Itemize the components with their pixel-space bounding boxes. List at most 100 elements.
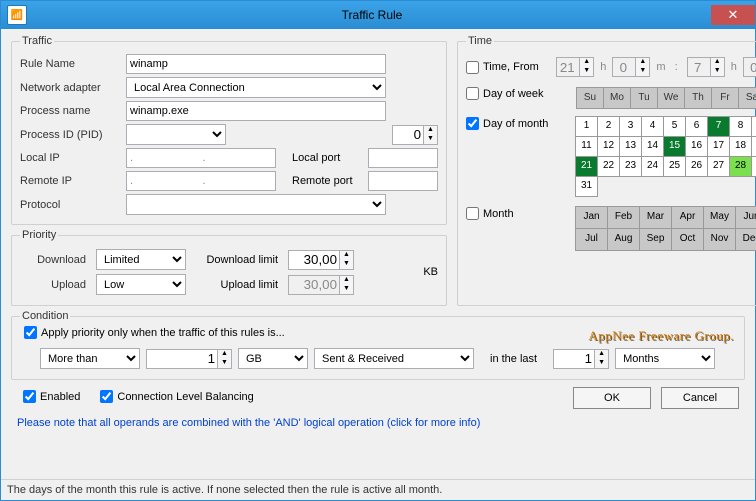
adapter-select[interactable]: Local Area Connection bbox=[126, 77, 386, 98]
dom-cell[interactable]: 9 bbox=[751, 116, 756, 137]
dom-cell[interactable]: 6 bbox=[685, 116, 708, 137]
dllimit-spinner[interactable]: ▲▼ bbox=[288, 250, 354, 270]
dir-select[interactable]: Sent & Received bbox=[314, 348, 474, 369]
remoteip-label: Remote IP bbox=[20, 175, 120, 187]
dom-cell[interactable]: 24 bbox=[641, 156, 664, 177]
dow-grid: SuMoTuWeThFrSa bbox=[576, 87, 756, 109]
month-cell[interactable]: Nov bbox=[703, 228, 736, 251]
pid-label: Process ID (PID) bbox=[20, 129, 120, 141]
month-cell[interactable]: Jan bbox=[575, 206, 608, 229]
protocol-select[interactable] bbox=[126, 194, 386, 215]
dom-cell[interactable]: 15 bbox=[663, 136, 686, 157]
dom-cell[interactable]: 23 bbox=[619, 156, 642, 177]
month-cell[interactable]: May bbox=[703, 206, 736, 229]
condition-group: Condition AppNee Freeware Group. Apply p… bbox=[11, 310, 745, 380]
protocol-label: Protocol bbox=[20, 199, 120, 211]
rule-name-input[interactable] bbox=[126, 54, 386, 74]
m1-spinner[interactable]: ▲▼ bbox=[612, 57, 650, 77]
h2-spinner[interactable]: ▲▼ bbox=[687, 57, 725, 77]
note-link[interactable]: Please note that all operands are combin… bbox=[17, 417, 745, 429]
dom-cell[interactable]: 5 bbox=[663, 116, 686, 137]
dom-grid: 1234567891011121314151617181920212223242… bbox=[576, 117, 756, 197]
dom-cell[interactable]: 28 bbox=[729, 156, 752, 177]
traffic-legend: Traffic bbox=[20, 35, 54, 47]
dom-cell[interactable]: 3 bbox=[619, 116, 642, 137]
ul-label: Upload bbox=[20, 279, 90, 291]
unit-select[interactable]: GB bbox=[238, 348, 308, 369]
remoteport-input[interactable] bbox=[368, 171, 438, 191]
cmp-select[interactable]: More than bbox=[40, 348, 140, 369]
ok-button[interactable]: OK bbox=[573, 387, 651, 409]
inlast-spinner[interactable]: ▲▼ bbox=[553, 349, 609, 369]
dom-cell[interactable]: 12 bbox=[597, 136, 620, 157]
dow-cell[interactable]: Sa bbox=[738, 87, 756, 109]
priority-group: Priority Download Limited Download limit… bbox=[11, 229, 447, 306]
month-cell[interactable]: Mar bbox=[639, 206, 672, 229]
localport-input[interactable] bbox=[368, 148, 438, 168]
dl-label: Download bbox=[20, 254, 90, 266]
dom-cell[interactable]: 16 bbox=[685, 136, 708, 157]
month-cell[interactable]: Feb bbox=[607, 206, 640, 229]
watermark: AppNee Freeware Group. bbox=[588, 328, 734, 344]
month-cell[interactable]: Apr bbox=[671, 206, 704, 229]
remoteip-input[interactable] bbox=[126, 171, 276, 191]
process-input[interactable] bbox=[126, 101, 386, 121]
ul-select[interactable]: Low bbox=[96, 274, 186, 295]
condition-legend: Condition bbox=[20, 310, 70, 322]
process-label: Process name bbox=[20, 105, 120, 117]
dom-cell[interactable]: 14 bbox=[641, 136, 664, 157]
dow-cell[interactable]: Su bbox=[576, 87, 604, 109]
month-grid: JanFebMarAprMayJun JulAugSepOctNovDec bbox=[576, 207, 756, 251]
condval-spinner[interactable]: ▲▼ bbox=[146, 349, 232, 369]
dom-cell[interactable]: 21 bbox=[575, 156, 598, 177]
month-cell[interactable]: Oct bbox=[671, 228, 704, 251]
h1-spinner[interactable]: ▲▼ bbox=[556, 57, 594, 77]
month-checkbox[interactable]: Month bbox=[466, 207, 566, 220]
dom-cell[interactable]: 7 bbox=[707, 116, 730, 137]
dom-cell[interactable]: 18 bbox=[729, 136, 752, 157]
dom-cell[interactable]: 13 bbox=[619, 136, 642, 157]
dom-cell[interactable]: 31 bbox=[575, 176, 598, 197]
dom-cell[interactable]: 19 bbox=[751, 136, 756, 157]
apply-checkbox[interactable]: Apply priority only when the traffic of … bbox=[24, 326, 285, 339]
m2-spinner[interactable]: ▲▼ bbox=[743, 57, 756, 77]
inlast-unit-select[interactable]: Months bbox=[615, 348, 715, 369]
dom-cell[interactable]: 17 bbox=[707, 136, 730, 157]
localip-input[interactable] bbox=[126, 148, 276, 168]
dom-cell[interactable]: 27 bbox=[707, 156, 730, 177]
timefrom-checkbox[interactable]: Time, From bbox=[466, 61, 539, 74]
dom-cell[interactable]: 26 bbox=[685, 156, 708, 177]
dow-cell[interactable]: Fr bbox=[711, 87, 739, 109]
ullimit-spinner: ▲▼ bbox=[288, 275, 354, 295]
dom-cell[interactable]: 4 bbox=[641, 116, 664, 137]
dom-cell[interactable]: 22 bbox=[597, 156, 620, 177]
close-button[interactable]: ✕ bbox=[711, 5, 755, 25]
month-cell[interactable]: Jun bbox=[735, 206, 756, 229]
dow-cell[interactable]: Mo bbox=[603, 87, 631, 109]
dow-checkbox[interactable]: Day of week bbox=[466, 87, 566, 100]
dom-cell[interactable]: 1 bbox=[575, 116, 598, 137]
cancel-button[interactable]: Cancel bbox=[661, 387, 739, 409]
month-cell[interactable]: Dec bbox=[735, 228, 756, 251]
month-cell[interactable]: Aug bbox=[607, 228, 640, 251]
dom-cell[interactable]: 25 bbox=[663, 156, 686, 177]
dow-cell[interactable]: Th bbox=[684, 87, 712, 109]
pid-select[interactable] bbox=[126, 124, 226, 145]
month-cell[interactable]: Sep bbox=[639, 228, 672, 251]
dow-cell[interactable]: Tu bbox=[630, 87, 658, 109]
localport-label: Local port bbox=[292, 152, 362, 164]
status-bar: The days of the month this rule is activ… bbox=[1, 479, 755, 500]
dom-checkbox[interactable]: Day of month bbox=[466, 117, 566, 130]
spin-down-icon[interactable]: ▼ bbox=[423, 135, 437, 144]
dom-cell[interactable]: 2 bbox=[597, 116, 620, 137]
spin-up-icon[interactable]: ▲ bbox=[423, 126, 437, 135]
dom-cell[interactable]: 8 bbox=[729, 116, 752, 137]
pid-spinner[interactable]: ▲▼ bbox=[392, 125, 438, 145]
dialog-body: Traffic Rule Name Network adapter Local … bbox=[1, 29, 755, 479]
dom-cell[interactable]: 11 bbox=[575, 136, 598, 157]
dl-select[interactable]: Limited bbox=[96, 249, 186, 270]
remoteport-label: Remote port bbox=[292, 175, 362, 187]
month-cell[interactable]: Jul bbox=[575, 228, 608, 251]
dom-cell[interactable]: 29 bbox=[751, 156, 756, 177]
dow-cell[interactable]: We bbox=[657, 87, 685, 109]
